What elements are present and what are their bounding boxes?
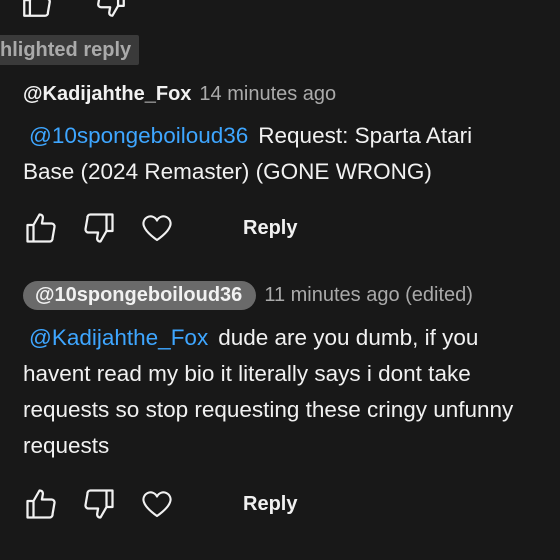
- comment-text-line: Request: Sparta Atari: [258, 123, 473, 148]
- comment-time[interactable]: 14 minutes ago: [199, 83, 336, 106]
- dislike-button[interactable]: [81, 486, 117, 522]
- heart-button[interactable]: [139, 486, 175, 522]
- mention-link[interactable]: @10spongeboiloud36: [29, 123, 248, 148]
- comment-text-line: havent read my bio it literally says i d…: [23, 361, 471, 386]
- like-button[interactable]: [23, 486, 59, 522]
- thumbs-down-icon: [84, 489, 114, 519]
- heart-icon: [142, 215, 172, 242]
- comment-actions: Reply: [23, 210, 472, 246]
- comment-text: @Kadijahthe_Fox dude are you dumb, if you…: [23, 320, 513, 464]
- previous-actions-row: [20, 0, 128, 25]
- thumbs-up-icon: [26, 213, 56, 243]
- thumbs-up-icon: [26, 489, 56, 519]
- mention-link[interactable]: @Kadijahthe_Fox: [29, 325, 208, 350]
- comment-thread: hlighted reply @Kadijahthe_Fox 14 minute…: [0, 0, 560, 560]
- heart-button[interactable]: [139, 210, 175, 246]
- thumbs-down-icon: [84, 213, 114, 243]
- comment-time[interactable]: 11 minutes ago (edited): [264, 284, 473, 307]
- reply-button[interactable]: Reply: [243, 217, 297, 240]
- comment-text-line: requests so stop requesting these cringy…: [23, 397, 514, 422]
- heart-icon: [142, 491, 172, 518]
- comment-author-badge[interactable]: @10spongeboiloud36: [23, 281, 257, 310]
- comment-actions: Reply: [23, 486, 513, 522]
- like-button[interactable]: [23, 210, 59, 246]
- comment: @10spongeboiloud36 11 minutes ago (edite…: [23, 281, 513, 522]
- thumbs-up-icon[interactable]: [20, 0, 54, 25]
- comment-text-line: requests: [23, 433, 110, 458]
- highlighted-reply-badge: hlighted reply: [0, 35, 140, 65]
- thumbs-down-icon[interactable]: [94, 0, 128, 25]
- comment-text-line: dude are you dumb, if you: [218, 325, 479, 350]
- comment-text-line: Base (2024 Remaster) (GONE WRONG): [23, 159, 432, 184]
- reply-button[interactable]: Reply: [243, 493, 297, 516]
- comment-author[interactable]: @Kadijahthe_Fox: [23, 83, 191, 106]
- comment-text: @10spongeboiloud36 Request: Sparta Atari …: [23, 118, 472, 190]
- comment: @Kadijahthe_Fox 14 minutes ago @10sponge…: [23, 83, 472, 246]
- dislike-button[interactable]: [81, 210, 117, 246]
